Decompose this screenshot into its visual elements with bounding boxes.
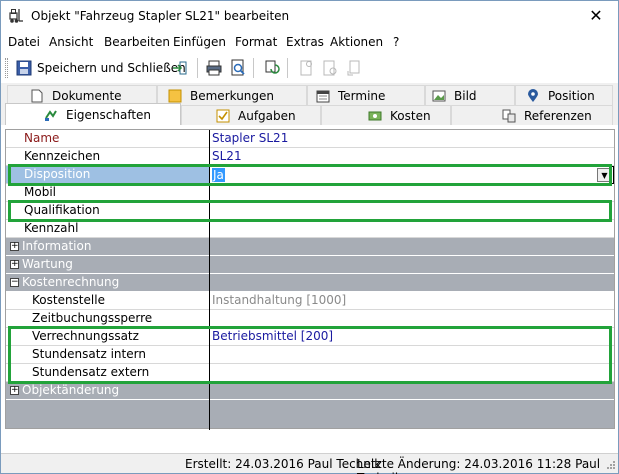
- tab-label: Bemerkungen: [190, 88, 275, 103]
- toolbar-grip[interactable]: [5, 58, 8, 78]
- category-label: Kostenrechnung: [22, 275, 120, 289]
- tab-label: Dokumente: [52, 88, 122, 103]
- document-icon: [31, 89, 43, 102]
- image-icon: [432, 90, 446, 101]
- tab-aufgaben[interactable]: Aufgaben: [181, 105, 321, 125]
- grid-empty-area: [6, 400, 614, 428]
- highlight-box-qualifikation: [8, 200, 612, 222]
- export-icon[interactable]: [171, 59, 189, 77]
- toolbar-separator: [253, 58, 254, 78]
- property-label: Kennzeichen: [24, 149, 101, 163]
- collapse-icon[interactable]: −: [10, 278, 19, 287]
- tab-termine[interactable]: Termine: [307, 85, 425, 105]
- menu-datei[interactable]: Datei: [8, 35, 40, 49]
- highlight-box-disposition: [8, 164, 612, 186]
- property-row-kostenstelle[interactable]: Kostenstelle Instandhaltung [1000]: [6, 292, 614, 310]
- tab-dokumente[interactable]: Dokumente: [7, 85, 157, 105]
- category-kostenrechnung[interactable]: − Kostenrechnung: [6, 274, 614, 292]
- property-label: Mobil: [24, 185, 56, 199]
- expand-icon[interactable]: +: [10, 386, 19, 395]
- menu-einfuegen[interactable]: Einfügen: [173, 35, 226, 49]
- category-information[interactable]: + Information: [6, 238, 614, 256]
- menu-extras[interactable]: Extras: [286, 35, 324, 49]
- location-pin-icon: [528, 88, 538, 102]
- properties-icon: [45, 109, 57, 121]
- category-objektaenderung[interactable]: + Objektänderung: [6, 382, 614, 400]
- tab-eigenschaften[interactable]: Eigenschaften: [5, 103, 181, 125]
- category-wartung[interactable]: + Wartung: [6, 256, 614, 274]
- menu-help[interactable]: ?: [393, 35, 399, 49]
- property-value[interactable]: Instandhaltung [1000]: [212, 293, 612, 307]
- tab-label: Aufgaben: [238, 108, 296, 123]
- save-close-button[interactable]: Speichern und Schließen: [15, 58, 186, 78]
- move-icon[interactable]: [345, 59, 363, 77]
- tab-label: Bild: [454, 88, 477, 103]
- menu-format[interactable]: Format: [235, 35, 277, 49]
- note-icon: [168, 89, 182, 102]
- tab-label: Eigenschaften: [66, 107, 152, 122]
- property-label: Kostenstelle: [32, 293, 105, 307]
- property-label: Name: [24, 131, 60, 145]
- tab-label: Referenzen: [524, 108, 592, 123]
- category-label: Wartung: [22, 257, 73, 271]
- tab-bild[interactable]: Bild: [425, 85, 515, 105]
- window: Objekt "Fahrzeug Stapler SL21" bearbeite…: [0, 0, 619, 474]
- highlight-box-verrechnung: [8, 326, 612, 384]
- property-value[interactable]: SL21: [212, 149, 612, 163]
- toolbar-separator: [197, 58, 198, 78]
- menu-bearbeiten[interactable]: Bearbeiten: [104, 35, 170, 49]
- new-document-icon[interactable]: [297, 59, 315, 77]
- tab-referenzen[interactable]: Referenzen: [451, 105, 613, 125]
- tab-label: Kosten: [390, 108, 431, 123]
- expand-icon[interactable]: +: [10, 242, 19, 251]
- tab-position[interactable]: Position: [515, 85, 613, 105]
- toolbar-separator: [287, 58, 288, 78]
- tab-label: Position: [548, 88, 595, 103]
- print-icon[interactable]: [205, 59, 223, 77]
- task-checklist-icon: [216, 109, 230, 122]
- copy-refresh-icon[interactable]: [263, 59, 281, 77]
- money-icon: [368, 111, 382, 120]
- property-label: Kennzahl: [24, 221, 79, 235]
- reference-link-icon: [502, 109, 516, 122]
- status-bar: Erstellt: 24.03.2016 Paul Technik Letzte…: [1, 453, 618, 474]
- category-label: Information: [22, 239, 92, 253]
- save-close-label: Speichern und Schließen: [37, 61, 186, 75]
- expand-icon[interactable]: +: [10, 260, 19, 269]
- created-info: Erstellt: 24.03.2016 Paul Technik: [185, 457, 382, 471]
- close-button[interactable]: ✕: [584, 5, 608, 27]
- settings-document-icon[interactable]: [321, 59, 339, 77]
- tab-bemerkungen[interactable]: Bemerkungen: [157, 85, 307, 105]
- modified-info: Letzte Änderung: 24.03.2016 11:28 Paul T…: [357, 457, 601, 474]
- tab-label: Termine: [338, 88, 386, 103]
- property-row-name[interactable]: Name Stapler SL21: [6, 130, 614, 148]
- title-bar: Objekt "Fahrzeug Stapler SL21" bearbeite…: [1, 1, 618, 32]
- property-row-kennzahl[interactable]: Kennzahl: [6, 220, 614, 238]
- forklift-icon: [9, 9, 23, 23]
- category-label: Objektänderung: [22, 383, 120, 397]
- tab-strip: Dokumente Bemerkungen Termine Bild Posit…: [1, 83, 618, 125]
- property-value[interactable]: Stapler SL21: [212, 131, 612, 145]
- calendar-icon: [316, 90, 330, 102]
- menu-ansicht[interactable]: Ansicht: [49, 35, 93, 49]
- tab-kosten[interactable]: Kosten: [321, 105, 451, 125]
- save-icon: [16, 60, 32, 76]
- menu-bar: Datei Ansicht Bearbeiten Einfügen Format…: [1, 32, 618, 52]
- menu-aktionen[interactable]: Aktionen: [330, 35, 383, 49]
- property-label: Zeitbuchungssperre: [32, 311, 153, 325]
- resize-grip-icon[interactable]: [606, 460, 616, 470]
- window-title: Objekt "Fahrzeug Stapler SL21" bearbeite…: [31, 9, 290, 23]
- property-grid: Name Stapler SL21 Kennzeichen SL21 Dispo…: [5, 129, 615, 430]
- print-preview-icon[interactable]: [229, 59, 247, 77]
- toolbar: Speichern und Schließen: [1, 54, 618, 82]
